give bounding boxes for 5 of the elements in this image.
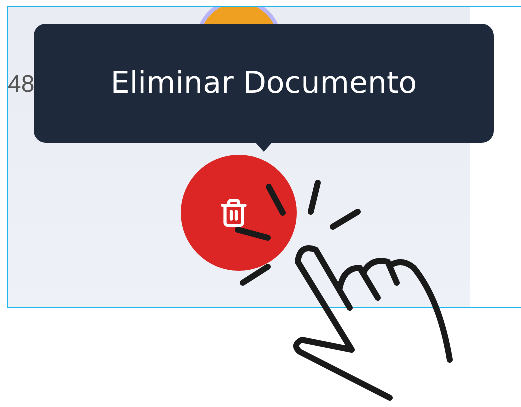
hand-cursor-icon: [293, 246, 453, 401]
trash-icon: [219, 198, 249, 228]
table-cell: 48: [8, 71, 35, 99]
click-burst-icon: [235, 180, 361, 286]
tooltip: Eliminar Documento: [34, 24, 494, 143]
